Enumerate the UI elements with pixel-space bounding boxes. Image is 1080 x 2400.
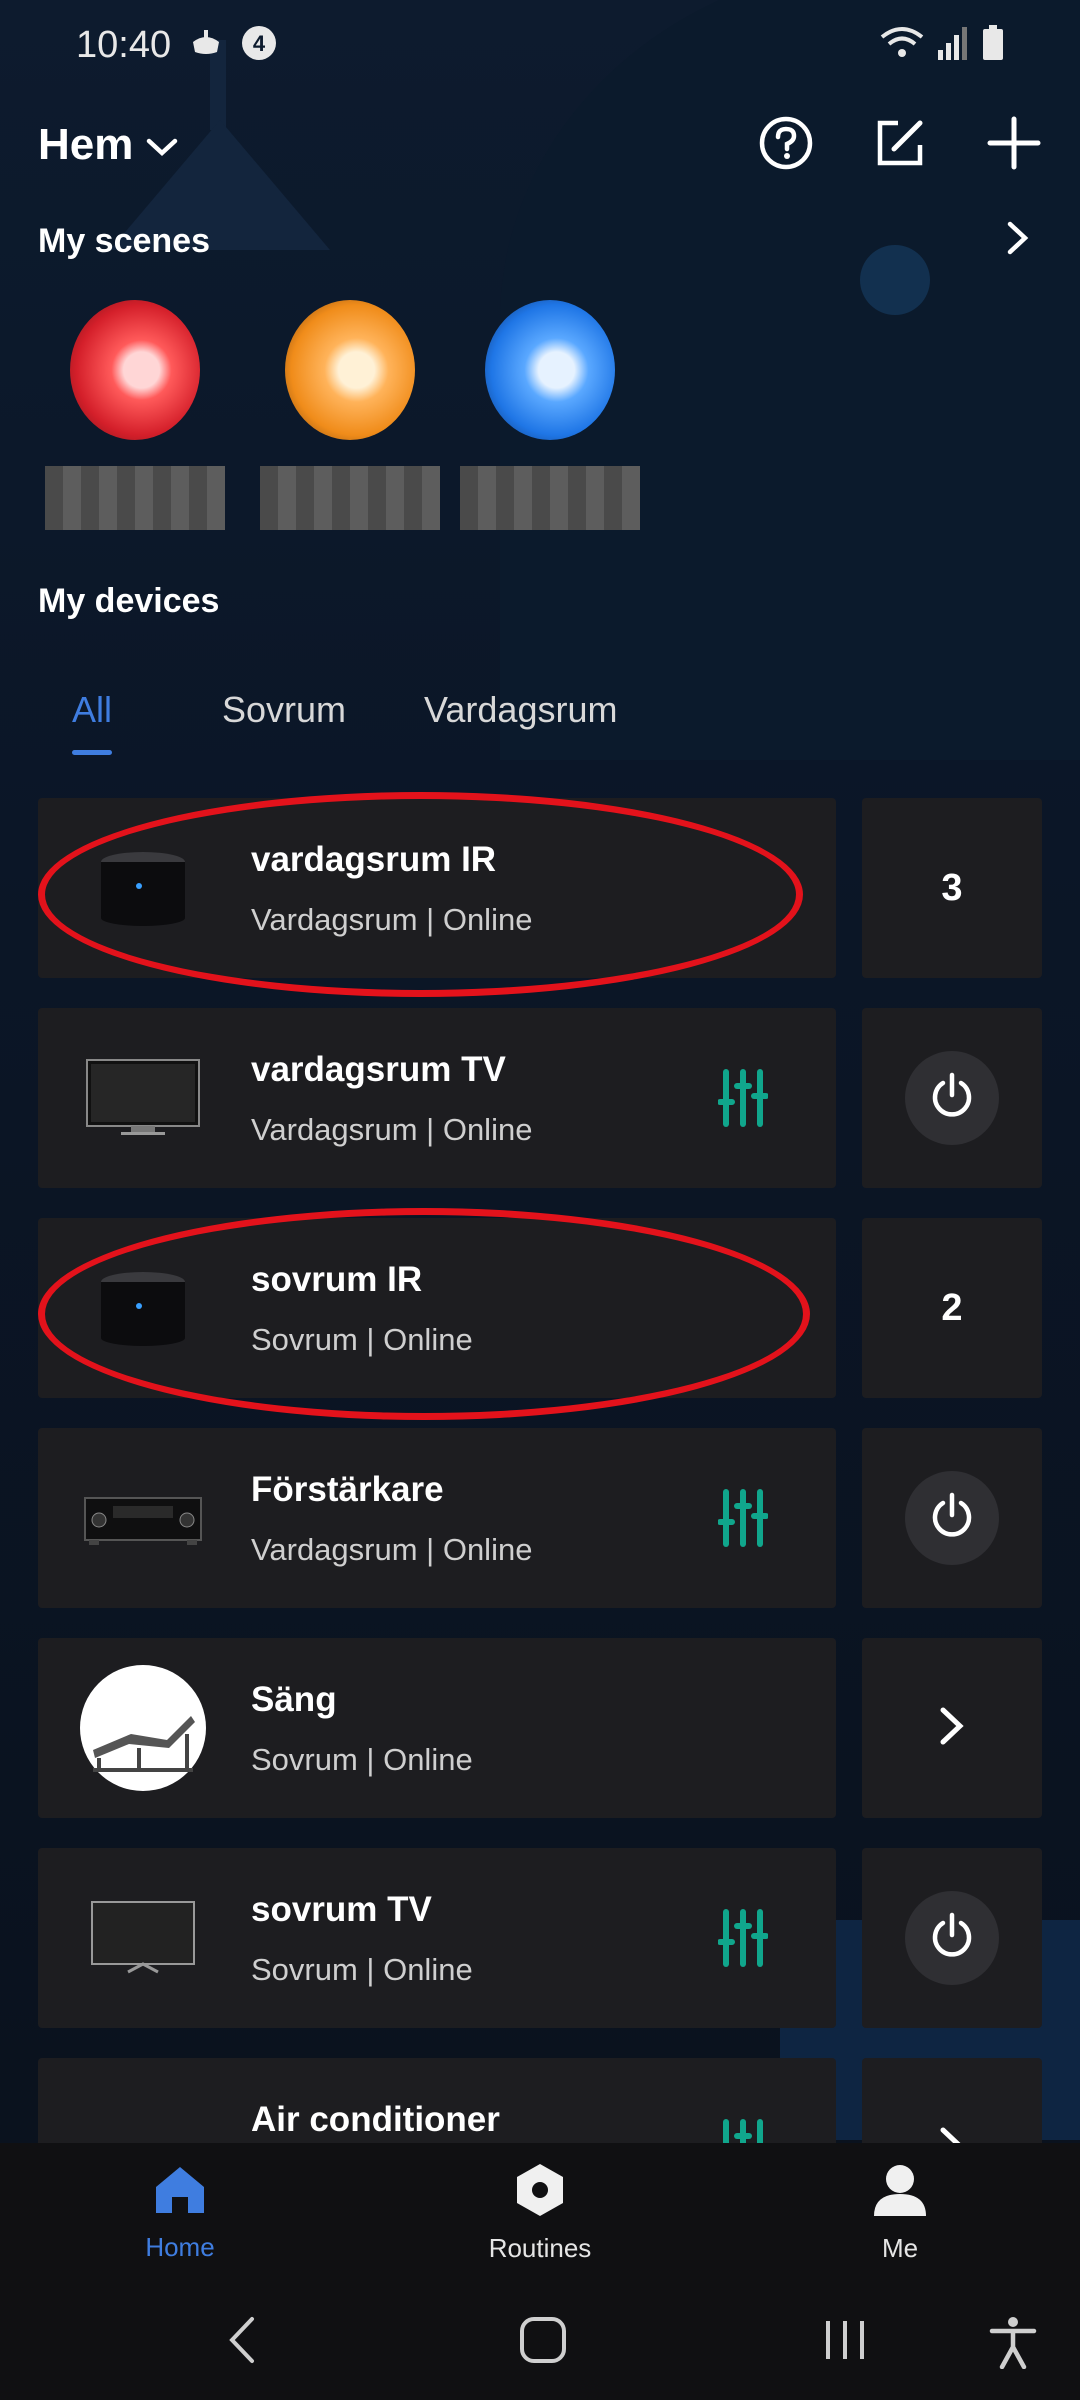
home-button-icon[interactable] [518, 2315, 568, 2370]
device-name: Förstärkare [251, 1470, 444, 1509]
device-card[interactable]: vardagsrum IR Vardagsrum | Online [38, 798, 836, 978]
ir-hub-icon [78, 1248, 208, 1368]
add-icon[interactable] [986, 115, 1042, 176]
device-count: 3 [941, 866, 963, 909]
wifi-icon [880, 25, 924, 66]
scene-label-redacted [45, 466, 225, 530]
scene-icon [485, 300, 615, 440]
scene-item-3[interactable] [450, 300, 650, 530]
chevron-down-icon [145, 120, 179, 170]
ir-hub-icon [78, 828, 208, 948]
scene-icon [70, 300, 200, 440]
home-selector[interactable]: Hem [38, 120, 179, 170]
device-tabs: All Sovrum Vardagsrum [38, 675, 651, 755]
signal-icon [938, 26, 968, 65]
power-button[interactable] [905, 1891, 999, 1985]
power-button[interactable] [905, 1471, 999, 1565]
power-icon [927, 1491, 977, 1546]
device-card[interactable]: Förstärkare Vardagsrum | Online [38, 1428, 836, 1608]
device-row: vardagsrum TV Vardagsrum | Online [38, 1008, 1042, 1188]
device-name: vardagsrum TV [251, 1050, 506, 1089]
device-row: sovrum IR Sovrum | Online 2 [38, 1218, 1042, 1398]
device-status: Vardagsrum | Online [251, 1532, 533, 1567]
device-count-button[interactable]: 3 [862, 798, 1042, 978]
devices-title: My devices [38, 582, 220, 620]
device-card[interactable]: Säng Sovrum | Online [38, 1638, 836, 1818]
chevron-right-icon[interactable] [1006, 220, 1030, 261]
chevron-right-icon [938, 1706, 966, 1751]
sliders-icon[interactable] [717, 1068, 769, 1133]
device-status: Sovrum | Online [251, 1742, 473, 1777]
bed-icon [78, 1665, 208, 1791]
gaming-icon [189, 28, 223, 63]
device-side [862, 1848, 1042, 2028]
tv-icon [78, 1878, 208, 1998]
power-icon [927, 1071, 977, 1126]
device-count: 2 [941, 1286, 963, 1329]
device-card[interactable]: sovrum TV Sovrum | Online [38, 1848, 836, 2028]
amplifier-icon [78, 1458, 208, 1578]
power-icon [927, 1911, 977, 1966]
device-open-button[interactable] [862, 1638, 1042, 1818]
device-row: vardagsrum IR Vardagsrum | Online 3 [38, 798, 1042, 978]
nav-me[interactable]: Me [720, 2143, 1080, 2283]
recents-icon[interactable] [822, 2315, 868, 2370]
device-name: sovrum TV [251, 1890, 432, 1929]
status-time: 10:40 [76, 23, 172, 66]
device-row: sovrum TV Sovrum | Online [38, 1848, 1042, 2028]
battery-icon [982, 24, 1004, 66]
house-icon [152, 2163, 208, 2224]
nav-routines[interactable]: Routines [360, 2143, 720, 2283]
sliders-icon[interactable] [717, 1908, 769, 1973]
device-name: Säng [251, 1680, 337, 1719]
accessibility-icon[interactable] [988, 2315, 1038, 2374]
svg-text:4: 4 [253, 31, 266, 56]
tv-icon [78, 1038, 208, 1158]
device-status: Vardagsrum | Online [251, 902, 533, 937]
back-icon[interactable] [224, 2315, 260, 2370]
bottom-nav: Home Routines Me [0, 2143, 1080, 2283]
tab-sovrum[interactable]: Sovrum [188, 675, 380, 745]
device-side [862, 1008, 1042, 1188]
device-card[interactable]: sovrum IR Sovrum | Online [38, 1218, 836, 1398]
power-button[interactable] [905, 1051, 999, 1145]
home-name: Hem [38, 120, 134, 169]
bg-dot [860, 245, 930, 315]
status-right [880, 24, 1004, 66]
scene-icon [285, 300, 415, 440]
nav-me-label: Me [881, 2233, 919, 2263]
nav-home[interactable]: Home [0, 2143, 360, 2283]
device-name: vardagsrum IR [251, 840, 497, 879]
system-nav [0, 2283, 1080, 2400]
device-status: Vardagsrum | Online [251, 1112, 533, 1147]
device-name: sovrum IR [251, 1260, 423, 1299]
device-row: Förstärkare Vardagsrum | Online [38, 1428, 1042, 1608]
top-bar: Hem [38, 110, 1042, 180]
hexagon-icon [512, 2162, 568, 2225]
person-icon [872, 2162, 928, 2225]
tab-vardagsrum[interactable]: Vardagsrum [390, 675, 651, 745]
scene-item-2[interactable] [250, 300, 450, 530]
scene-item-1[interactable] [35, 300, 235, 530]
device-status: Sovrum | Online [251, 1322, 473, 1357]
status-bar: 10:40 4 [0, 0, 1080, 90]
edit-icon[interactable] [874, 117, 926, 174]
nav-home-label: Home [145, 2232, 215, 2262]
scenes-title: My scenes [38, 222, 210, 260]
sliders-icon[interactable] [717, 1488, 769, 1553]
device-name: Air conditioner [251, 2100, 500, 2139]
device-side [862, 1428, 1042, 1608]
scene-label-redacted [460, 466, 640, 530]
device-card[interactable]: vardagsrum TV Vardagsrum | Online [38, 1008, 836, 1188]
device-row: Säng Sovrum | Online [38, 1638, 1042, 1818]
tab-all[interactable]: All [38, 675, 146, 755]
device-count-button[interactable]: 2 [862, 1218, 1042, 1398]
device-status: Sovrum | Online [251, 1952, 473, 1987]
help-icon[interactable] [758, 115, 814, 176]
scene-label-redacted [260, 466, 440, 530]
nav-routines-label: Routines [488, 2233, 592, 2263]
notification-badge-icon: 4 [241, 25, 277, 66]
